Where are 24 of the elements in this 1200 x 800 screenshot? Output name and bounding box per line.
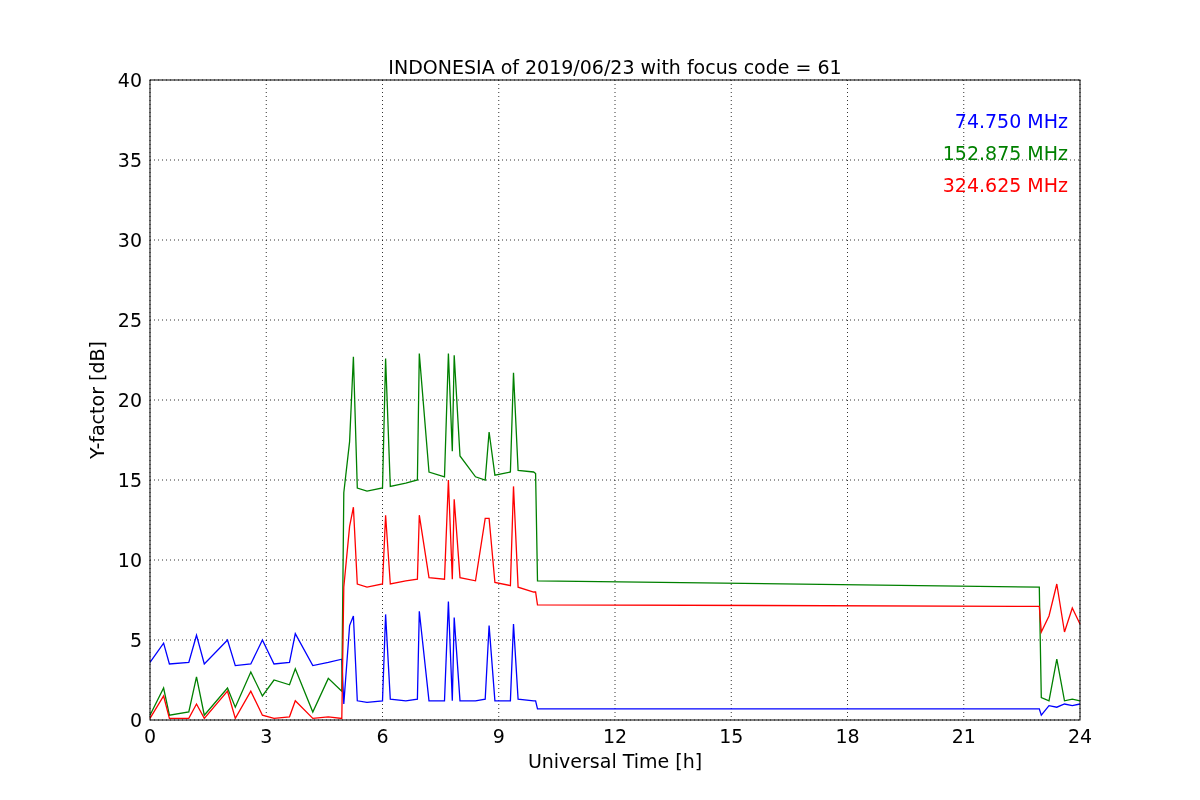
chart-title: INDONESIA of 2019/06/23 with focus code = 61 xyxy=(388,56,842,78)
tick-label: 21 xyxy=(951,725,976,747)
tick-label: 5 xyxy=(129,629,142,651)
tick-label: 9 xyxy=(492,725,505,747)
tick-label: 3 xyxy=(260,725,273,747)
tick-label: 15 xyxy=(117,469,142,491)
tick-label: 15 xyxy=(719,725,744,747)
y-axis-label: Y-factor [dB] xyxy=(86,341,108,459)
tick-label: 35 xyxy=(117,149,142,171)
tick-label: 0 xyxy=(143,725,157,747)
tick-label: 6 xyxy=(376,725,389,747)
tick-label: 18 xyxy=(835,725,860,747)
tick-label: 30 xyxy=(117,229,142,251)
tick-label: 40 xyxy=(117,69,142,91)
tick-label: 25 xyxy=(117,309,142,331)
tick-label: 12 xyxy=(602,725,628,747)
tick-label: 24 xyxy=(1067,725,1093,747)
legend-label: 152.875 MHz xyxy=(942,142,1068,164)
tick-label: 10 xyxy=(117,549,142,571)
legend-label: 74.750 MHz xyxy=(954,110,1068,132)
legend-label: 324.625 MHz xyxy=(942,174,1068,196)
tick-label: 20 xyxy=(117,389,142,411)
tick-label: 0 xyxy=(129,709,142,731)
x-axis-label: Universal Time [h] xyxy=(527,750,703,772)
